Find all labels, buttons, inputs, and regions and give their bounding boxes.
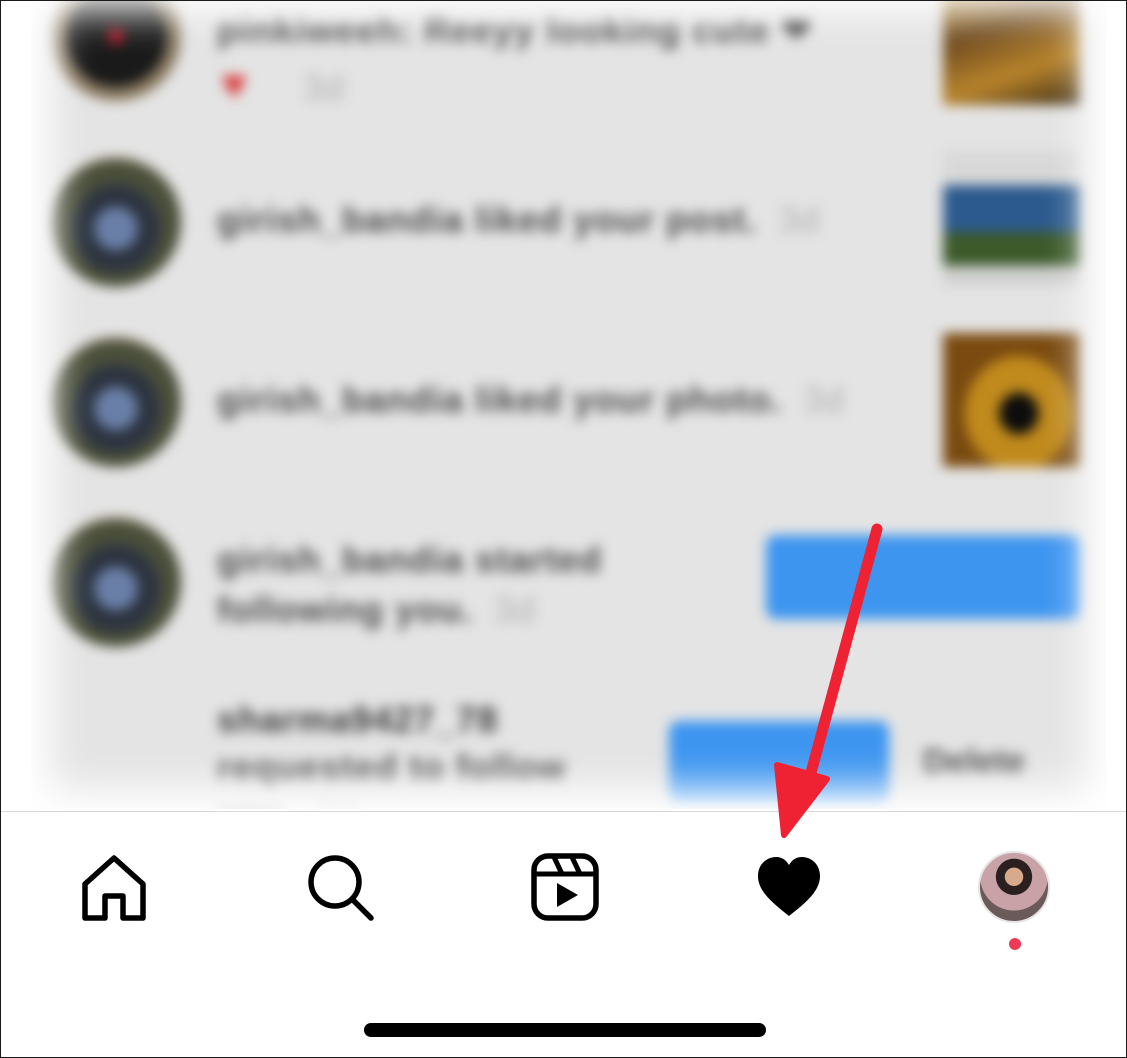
post-thumbnail[interactable]: [943, 151, 1081, 285]
avatar[interactable]: [51, 517, 181, 647]
tab-reels[interactable]: [528, 850, 602, 924]
requester-username: sharma9427_78: [217, 699, 499, 740]
timestamp: 3d: [803, 379, 846, 420]
timestamp: 3d: [778, 199, 821, 240]
avatar[interactable]: [51, 157, 181, 287]
follow-back-button[interactable]: [766, 535, 1081, 619]
heart-icon: [758, 857, 820, 916]
home-indicator[interactable]: [364, 1023, 766, 1037]
notification-text: you.: [217, 793, 295, 809]
avatar[interactable]: [51, 337, 181, 467]
confirm-button[interactable]: [669, 721, 889, 805]
notification-dot: [1009, 938, 1021, 950]
timestamp: 3d: [493, 589, 537, 630]
notification-text: girish_bandia liked your photo.: [217, 379, 783, 420]
notifications-feed: pinkiweeh: Reeyy looking cute ❤ ♥ 3d gir…: [31, 1, 1106, 809]
delete-button[interactable]: Delete: [923, 743, 1025, 782]
tab-home[interactable]: [77, 850, 151, 924]
phone-screen: pinkiweeh: Reeyy looking cute ❤ ♥ 3d gir…: [0, 0, 1127, 1058]
home-icon: [82, 855, 146, 921]
notification-text: girish_bandia liked your post.: [217, 199, 758, 240]
tab-profile[interactable]: [977, 850, 1051, 924]
reels-icon: [531, 853, 599, 921]
timestamp: 3d: [303, 67, 346, 108]
search-icon: [308, 855, 374, 921]
notification-text: girish_bandia started: [217, 539, 603, 580]
timestamp: 3d: [316, 793, 358, 809]
heart-icon: ♥: [221, 60, 248, 109]
profile-avatar: [978, 851, 1050, 923]
post-thumbnail[interactable]: [943, 1, 1081, 105]
avatar[interactable]: [51, 1, 181, 101]
notification-text: requested to follow: [217, 747, 567, 788]
bottom-tab-bar: [1, 811, 1126, 1057]
notification-text: following you.: [217, 589, 473, 630]
tab-activity[interactable]: [752, 850, 826, 924]
tab-search[interactable]: [303, 850, 377, 924]
notification-text: pinkiweeh: Reeyy looking cute ❤: [217, 9, 813, 50]
post-thumbnail[interactable]: [943, 333, 1081, 467]
